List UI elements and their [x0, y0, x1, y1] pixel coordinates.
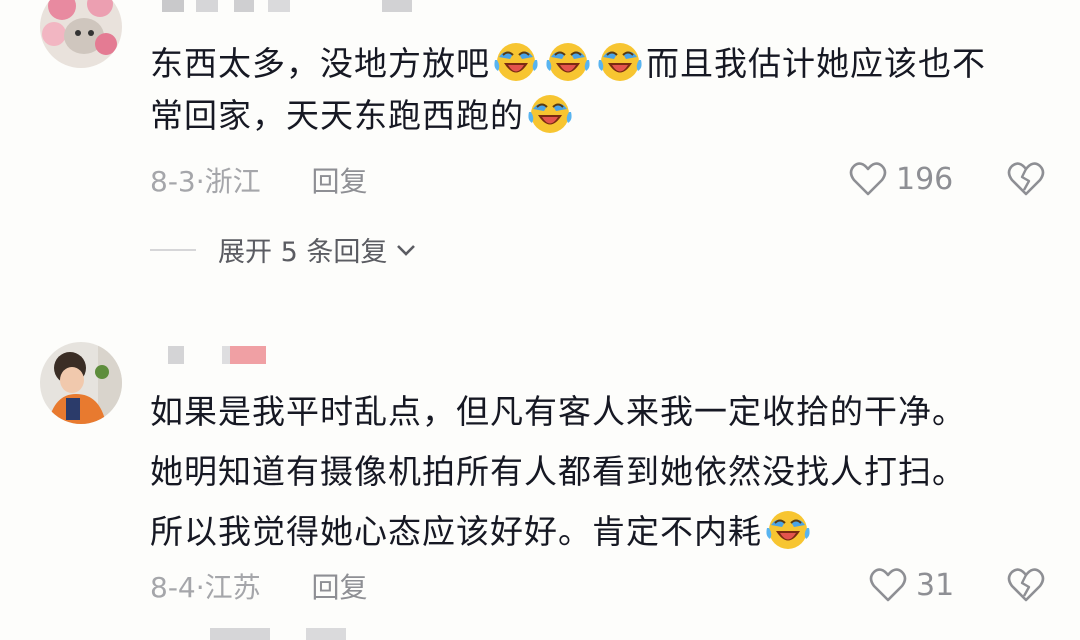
laughing-crying-emoji-icon [543, 38, 593, 84]
comment-meta: 8-4·江苏 回复 [150, 566, 368, 606]
avatar[interactable] [40, 342, 122, 424]
divider-line [150, 248, 196, 251]
comment-line: 常回家，天天东跑西跑的 [150, 96, 524, 135]
comment-text: 东西太多，没地方放吧 而且我估计她应该也不常回家，天天东跑西跑的 [150, 38, 1050, 142]
date-location: 8-4·江苏 [150, 571, 261, 604]
comment-line: 所以我觉得她心态应该好好。肯定不内耗 [150, 512, 762, 551]
heart-outline-icon [868, 566, 908, 604]
date-location: 8-3·浙江 [150, 165, 261, 198]
reply-button[interactable]: 回复 [312, 571, 368, 604]
comment-line: 而且我估计她应该也不 [646, 44, 986, 83]
like-button[interactable]: 196 [848, 160, 953, 198]
chevron-down-icon [397, 244, 416, 256]
comment-line: 如果是我平时乱点，但凡有客人来我一定收拾的干净。 [150, 392, 966, 431]
avatar[interactable] [40, 0, 122, 68]
like-count: 31 [916, 567, 955, 603]
comment-text: 如果是我平时乱点，但凡有客人来我一定收拾的干净。 她明知道有摄像机拍所有人都看到她… [150, 382, 1050, 562]
laughing-crying-emoji-icon [491, 38, 541, 84]
heart-outline-icon [848, 160, 888, 198]
broken-heart-icon[interactable] [1006, 566, 1046, 604]
laughing-crying-emoji-icon [763, 506, 813, 552]
like-button[interactable]: 31 [868, 566, 954, 604]
like-count: 196 [896, 161, 954, 197]
comment-meta: 8-3·浙江 回复 [150, 160, 368, 200]
expand-replies-button[interactable]: 展开 5 条回复 [150, 230, 417, 269]
laughing-crying-emoji-icon [525, 90, 575, 136]
broken-heart-icon[interactable] [1006, 160, 1046, 198]
comment-line: 她明知道有摄像机拍所有人都看到她依然没找人打扫。 [150, 452, 966, 491]
expand-replies-label: 展开 5 条回复 [218, 237, 388, 268]
reply-button[interactable]: 回复 [312, 165, 368, 198]
laughing-crying-emoji-icon [595, 38, 645, 84]
comment-line: 东西太多，没地方放吧 [150, 44, 490, 83]
